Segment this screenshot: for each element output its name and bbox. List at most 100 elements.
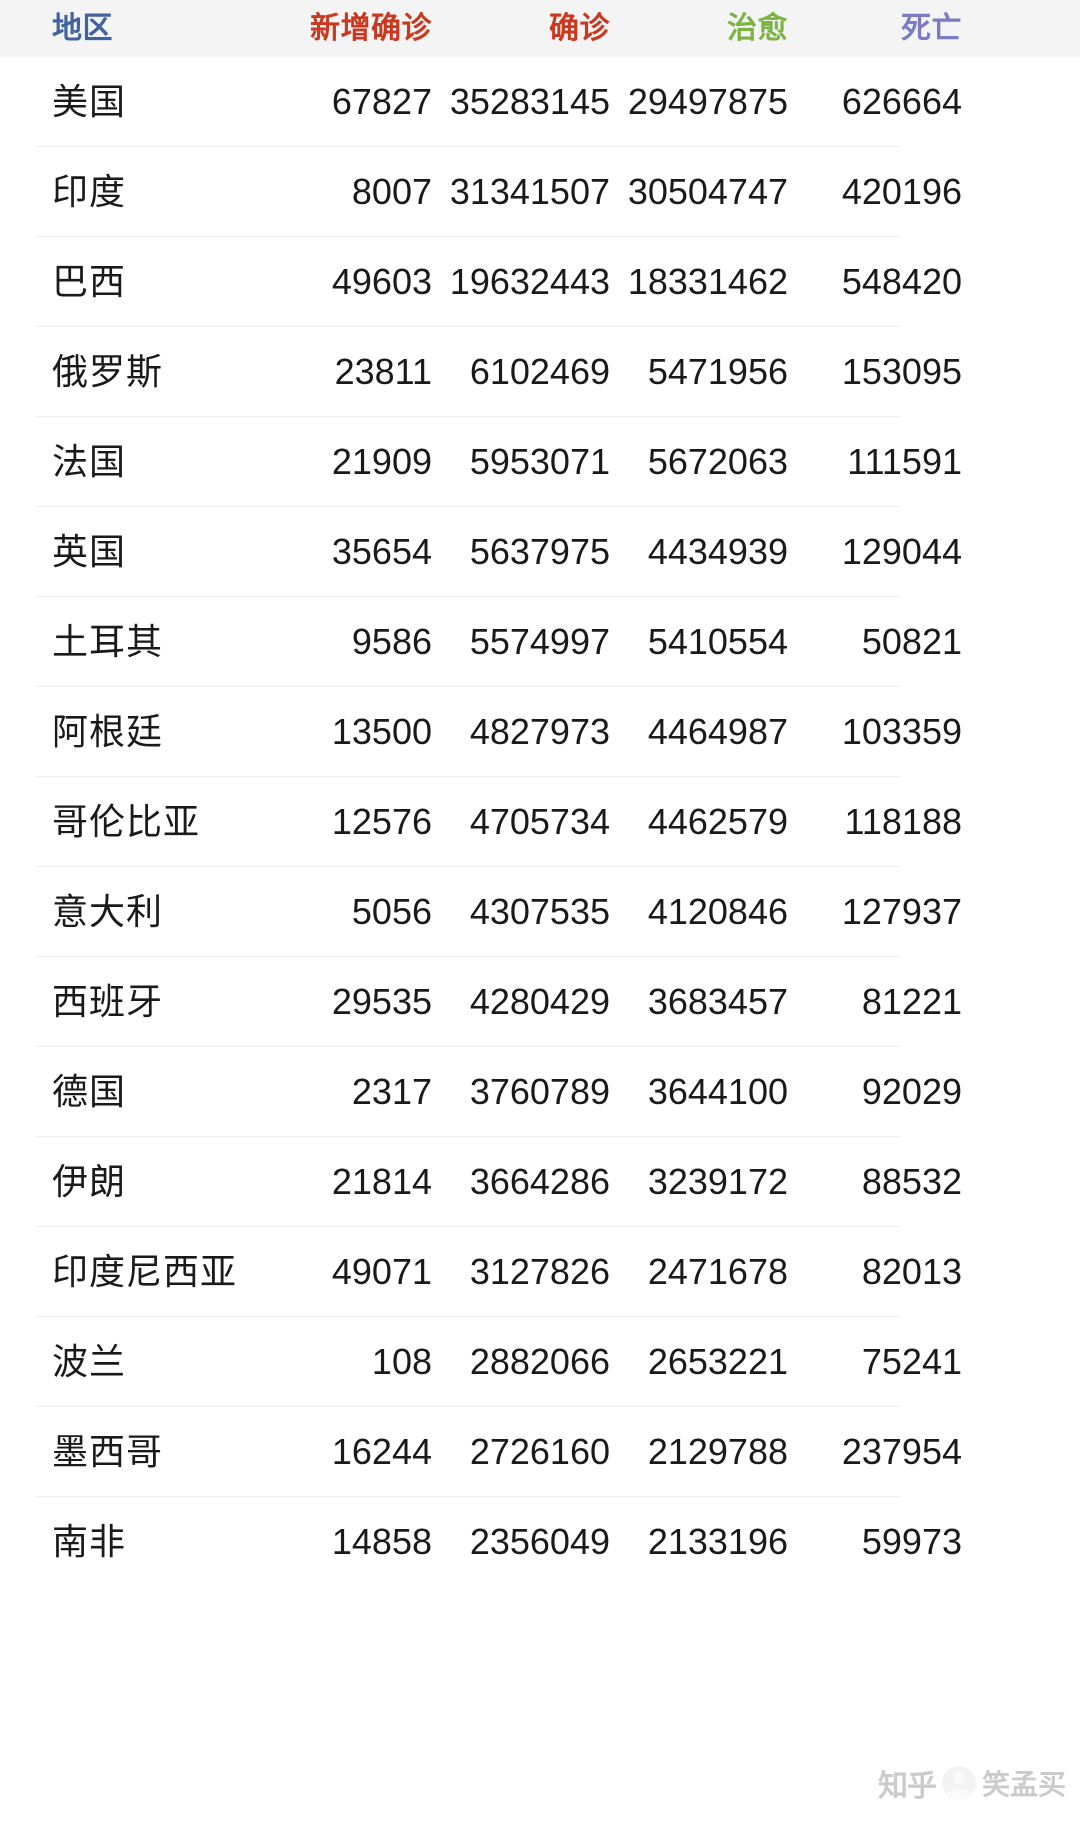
cell-cured: 5672063 xyxy=(647,440,788,482)
cell-death: 420196 xyxy=(841,170,962,212)
cell-region: 俄罗斯 xyxy=(52,350,164,392)
cell-spacer xyxy=(970,57,1080,146)
cell-spacer xyxy=(970,867,1080,956)
cell-death: 548420 xyxy=(841,260,962,302)
cell-cured: 2133196 xyxy=(647,1520,788,1562)
cell-death: 103359 xyxy=(841,710,962,752)
cell-region: 巴西 xyxy=(52,260,127,302)
table-row[interactable]: 德国 2317 3760789 3644100 92029 xyxy=(0,1047,1080,1136)
table-row[interactable]: 西班牙 29535 4280429 3683457 81221 xyxy=(0,957,1080,1046)
cell-conf: 3664286 xyxy=(469,1160,610,1202)
cell-cured: 4464987 xyxy=(647,710,788,752)
cell-death: 50821 xyxy=(861,620,962,662)
cell-region: 阿根廷 xyxy=(52,710,164,752)
cell-region: 伊朗 xyxy=(52,1160,127,1202)
cell-cured: 30504747 xyxy=(627,170,788,212)
cell-spacer xyxy=(970,957,1080,1046)
cell-region: 南非 xyxy=(52,1520,127,1562)
cell-region: 墨西哥 xyxy=(52,1430,164,1472)
column-header-confirmed[interactable]: 确诊 xyxy=(440,0,618,57)
column-header-region[interactable]: 地区 xyxy=(0,0,240,57)
cell-spacer xyxy=(970,1497,1080,1586)
cell-spacer xyxy=(970,1317,1080,1406)
cell-region: 法国 xyxy=(52,440,127,482)
zhihu-logo-text: 知乎 xyxy=(877,1770,937,1803)
cell-new: 13500 xyxy=(331,710,432,752)
cell-death: 75241 xyxy=(861,1340,962,1382)
cell-region: 土耳其 xyxy=(52,620,164,662)
table-row[interactable]: 巴西 49603 19632443 18331462 548420 xyxy=(0,237,1080,326)
cell-conf: 2356049 xyxy=(469,1520,610,1562)
cell-region: 英国 xyxy=(52,530,127,572)
cell-new: 8007 xyxy=(351,170,432,212)
cell-region: 哥伦比亚 xyxy=(52,800,201,842)
column-header-cured[interactable]: 治愈 xyxy=(618,0,796,57)
cell-new: 9586 xyxy=(351,620,432,662)
cell-conf: 4705734 xyxy=(469,800,610,842)
table-row[interactable]: 阿根廷 13500 4827973 4464987 103359 xyxy=(0,687,1080,776)
cell-conf: 2882066 xyxy=(469,1340,610,1382)
cell-new: 49071 xyxy=(331,1250,432,1292)
cell-conf: 6102469 xyxy=(469,350,610,392)
column-header-deaths[interactable]: 死亡 xyxy=(796,0,970,57)
table-row[interactable]: 印度尼西亚 49071 3127826 2471678 82013 xyxy=(0,1227,1080,1316)
cell-spacer xyxy=(970,1137,1080,1226)
table-header: 地区 新增确诊 确诊 治愈 死亡 xyxy=(0,0,1080,57)
table-body: 美国 67827 35283145 29497875 626664 印度 8007 31341… xyxy=(0,57,1080,1586)
table-row[interactable]: 俄罗斯 23811 6102469 5471956 153095 xyxy=(0,327,1080,416)
table-row[interactable]: 法国 21909 5953071 5672063 111591 xyxy=(0,417,1080,506)
cell-spacer xyxy=(970,417,1080,506)
cell-cured: 3683457 xyxy=(647,980,788,1022)
cell-conf: 5953071 xyxy=(469,440,610,482)
table-row[interactable]: 哥伦比亚 12576 4705734 4462579 118188 xyxy=(0,777,1080,866)
table-row[interactable]: 波兰 108 2882066 2653221 75241 xyxy=(0,1317,1080,1406)
cell-region: 德国 xyxy=(52,1070,127,1112)
cell-death: 153095 xyxy=(841,350,962,392)
column-header-spacer xyxy=(970,0,1080,57)
cell-new: 23811 xyxy=(334,350,432,392)
table-row[interactable]: 意大利 5056 4307535 4120846 127937 xyxy=(0,867,1080,956)
cell-death: 127937 xyxy=(841,890,962,932)
cell-conf: 35283145 xyxy=(449,80,610,122)
cell-new: 14858 xyxy=(331,1520,432,1562)
cell-cured: 2129788 xyxy=(647,1430,788,1472)
cell-region: 意大利 xyxy=(52,890,164,932)
cell-conf: 3127826 xyxy=(469,1250,610,1292)
table-row[interactable]: 英国 35654 5637975 4434939 129044 xyxy=(0,507,1080,596)
cell-new: 12576 xyxy=(331,800,432,842)
avatar-icon xyxy=(941,1766,976,1800)
column-header-new-confirmed[interactable]: 新增确诊 xyxy=(240,0,440,57)
cell-cured: 2653221 xyxy=(647,1340,788,1382)
cell-cured: 3644100 xyxy=(647,1070,788,1112)
cell-spacer xyxy=(970,777,1080,866)
cell-new: 108 xyxy=(371,1340,432,1382)
cell-conf: 5574997 xyxy=(469,620,610,662)
cell-cured: 2471678 xyxy=(647,1250,788,1292)
cell-cured: 5410554 xyxy=(647,620,788,662)
cell-death: 111591 xyxy=(847,440,962,482)
table-row[interactable]: 南非 14858 2356049 2133196 59973 xyxy=(0,1497,1080,1586)
cell-spacer xyxy=(970,597,1080,686)
table-row[interactable]: 伊朗 21814 3664286 3239172 88532 xyxy=(0,1137,1080,1226)
cell-cured: 18331462 xyxy=(627,260,788,302)
table-header-row: 地区 新增确诊 确诊 治愈 死亡 xyxy=(0,0,1080,57)
table-row[interactable]: 印度 8007 31341507 30504747 420196 xyxy=(0,147,1080,236)
watermark: 知乎 笑孟买 xyxy=(878,1761,1066,1805)
cell-conf: 5637975 xyxy=(469,530,610,572)
cell-spacer xyxy=(970,687,1080,776)
cell-cured: 4434939 xyxy=(647,530,788,572)
cell-death: 92029 xyxy=(861,1070,962,1112)
cell-conf: 4280429 xyxy=(469,980,610,1022)
cell-new: 21814 xyxy=(331,1160,432,1202)
cell-conf: 31341507 xyxy=(449,170,610,212)
cell-region: 美国 xyxy=(52,80,127,122)
table-row[interactable]: 墨西哥 16244 2726160 2129788 237954 xyxy=(0,1407,1080,1496)
cell-region: 西班牙 xyxy=(52,980,164,1022)
cell-new: 2317 xyxy=(351,1070,432,1112)
cell-spacer xyxy=(970,507,1080,596)
cell-cured: 4462579 xyxy=(647,800,788,842)
table-row[interactable]: 美国 67827 35283145 29497875 626664 xyxy=(0,57,1080,146)
table-row[interactable]: 土耳其 9586 5574997 5410554 50821 xyxy=(0,597,1080,686)
cell-spacer xyxy=(970,327,1080,416)
cell-conf: 3760789 xyxy=(469,1070,610,1112)
